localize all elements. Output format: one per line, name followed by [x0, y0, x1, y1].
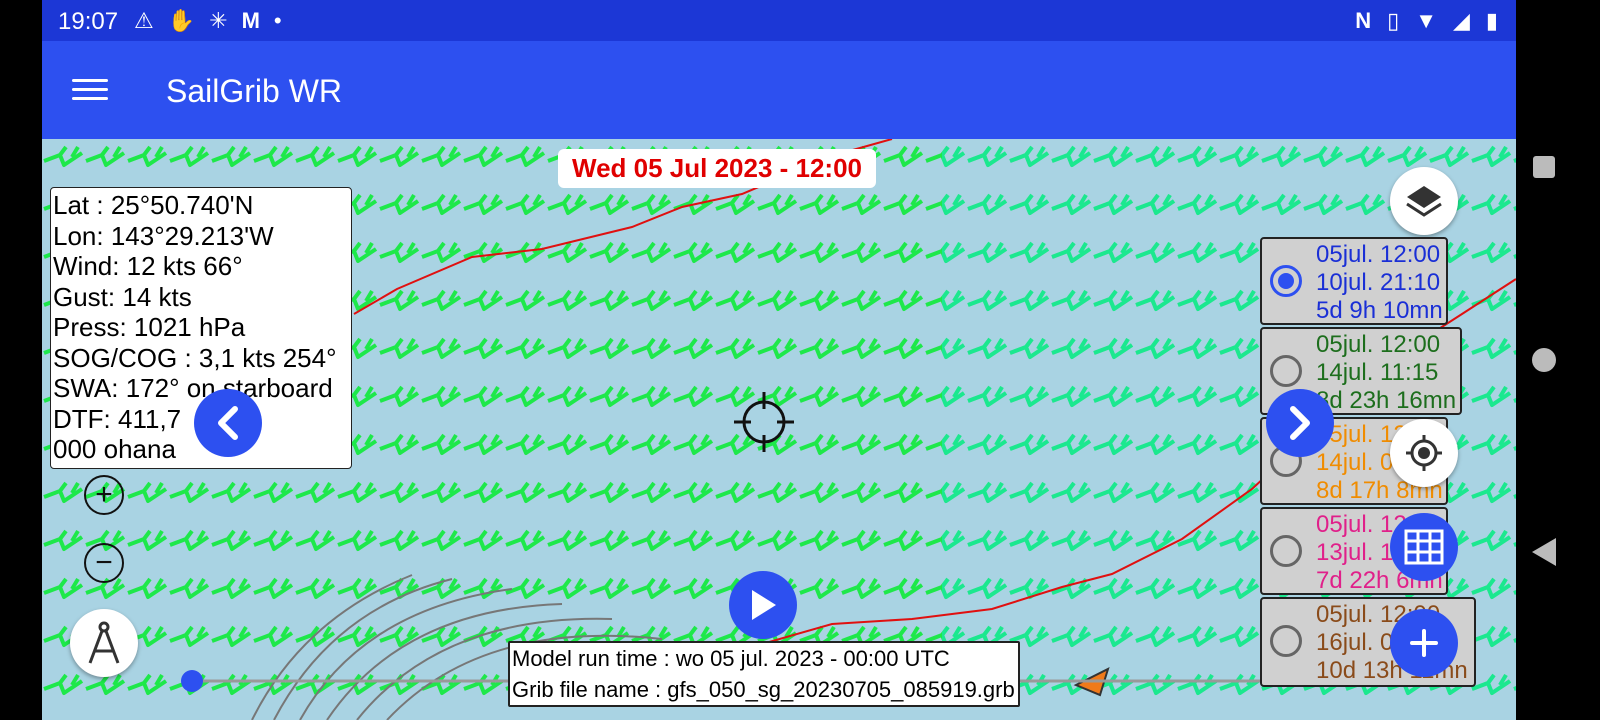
recents-button[interactable] [1533, 156, 1555, 178]
model-run-time: Model run time : wo 05 jul. 2023 - 00:00… [512, 646, 950, 671]
app-bar: SailGrib WR [42, 41, 1516, 139]
zoom-in-button[interactable]: + [84, 475, 124, 515]
info-swa: SWA: 172° on starboard [53, 373, 333, 403]
layers-icon [1406, 186, 1442, 217]
route-radio-5[interactable] [1270, 625, 1302, 657]
hand-icon: ✋ [167, 8, 196, 33]
app-title: SailGrib WR [166, 73, 343, 109]
vibrate-icon: ▯ [1387, 8, 1400, 33]
warning-icon: ⚠ [134, 8, 154, 33]
route-radio-2[interactable] [1270, 355, 1302, 387]
grib-file-name: Grib file name : gfs_050_sg_20230705_085… [512, 677, 1015, 702]
route-option-1[interactable]: 05jul. 12:00 10jul. 21:10 5d 9h 10mn [1260, 237, 1448, 325]
dot-icon: • [273, 8, 282, 33]
info-press: Press: 1021 hPa [53, 312, 246, 342]
route-radio-4[interactable] [1270, 535, 1302, 567]
route-text-2: 05jul. 12:00 14jul. 11:15 8d 23h 16mn [1316, 331, 1457, 414]
time-slider-thumb[interactable] [181, 670, 203, 692]
menu-icon [72, 79, 108, 82]
back-button[interactable] [1532, 538, 1556, 566]
nfc-icon: N [1355, 8, 1372, 33]
chevron-left-icon [218, 406, 238, 440]
signal-icon: ◢ [1452, 8, 1470, 33]
info-wind: Wind: 12 kts 66° [53, 251, 243, 281]
compass-button[interactable] [70, 609, 138, 677]
my-location-icon [1406, 435, 1442, 471]
system-icons: N ▯ ▼ ◢ ▮ [1355, 8, 1498, 34]
forecast-date-label: Wed 05 Jul 2023 - 12:00 [558, 149, 877, 188]
weather-map[interactable]: Wed 05 Jul 2023 - 12:00 Lat : 25°50.740'… [42, 139, 1516, 720]
zoom-out-icon: − [95, 546, 113, 579]
chevron-right-icon [1290, 406, 1310, 440]
route-radio-1[interactable] [1270, 265, 1302, 297]
info-gust: Gust: 14 kts [53, 281, 192, 312]
wifi-icon: ▼ [1415, 8, 1437, 33]
plus-icon [1410, 629, 1438, 657]
next-step-button[interactable] [1266, 389, 1334, 457]
zoom-out-button[interactable]: − [84, 543, 124, 583]
table-icon [1404, 529, 1444, 565]
gmail-icon: M [241, 8, 260, 33]
info-lon: Lon: 143°29.213'W [53, 220, 274, 251]
info-sog-cog: SOG/COG : 3,1 kts 254° [53, 342, 337, 373]
previous-step-button[interactable] [194, 389, 262, 457]
route-text-1: 05jul. 12:00 10jul. 21:10 5d 9h 10mn [1316, 241, 1443, 324]
play-button[interactable] [729, 571, 797, 639]
menu-button[interactable] [68, 73, 112, 107]
compass-icon [88, 621, 120, 664]
network-icon: ✳ [209, 8, 228, 33]
phone-screen: 19:07 ⚠ ✋ ✳ M • N ▯ ▼ ◢ ▮ SailGrib WR We… [42, 0, 1516, 720]
zoom-in-icon: + [95, 478, 113, 511]
battery-icon: ▮ [1485, 8, 1498, 33]
my-location-button[interactable] [1390, 419, 1458, 487]
status-time: 19:07 [58, 8, 119, 35]
home-button[interactable] [1532, 348, 1556, 372]
status-bar: 19:07 ⚠ ✋ ✳ M • N ▯ ▼ ◢ ▮ [42, 0, 1516, 41]
android-nav-bar [1516, 0, 1600, 720]
layers-button[interactable] [1390, 167, 1458, 235]
grib-info-box: Model run time : wo 05 jul. 2023 - 00:00… [508, 641, 1020, 707]
info-lat: Lat : 25°50.740'N [53, 190, 254, 220]
play-icon [752, 590, 776, 620]
add-button[interactable] [1390, 609, 1458, 677]
notification-icons: ⚠ ✋ ✳ M • [134, 8, 282, 34]
table-button[interactable] [1390, 513, 1458, 581]
